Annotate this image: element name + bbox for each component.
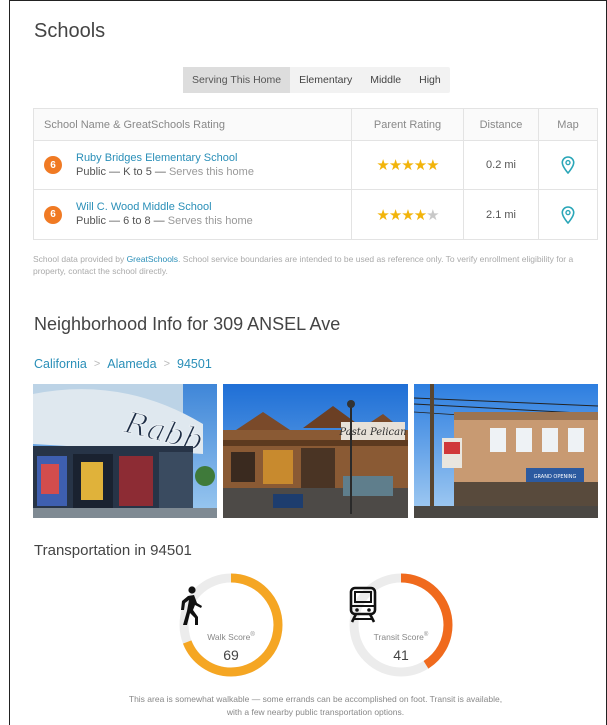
tab-serving-this-home[interactable]: Serving This Home (183, 67, 291, 93)
star-filled-icon: ★ (413, 206, 427, 224)
svg-text:Pasta Pelican: Pasta Pelican (338, 427, 406, 438)
tab-high[interactable]: High (410, 67, 450, 93)
star-filled-icon: ★ (413, 157, 427, 174)
neighborhood-photo-storefront[interactable]: Rabb (33, 384, 217, 518)
summary-line-2: with a few nearby public transportation … (226, 707, 405, 717)
star-filled-icon: ★ (401, 157, 414, 174)
page-frame: Schools Serving This Home Elementary Mid… (9, 0, 607, 725)
breadcrumb-separator-icon: > (163, 358, 171, 370)
serves-home-label: Serves this home (168, 165, 254, 178)
distance-value: 2.1 mi (486, 208, 516, 221)
distance-cell: 2.1 mi (464, 190, 539, 239)
parent-rating-cell: ★★★★★ (352, 190, 464, 239)
header-parent-rating: Parent Rating (352, 109, 464, 140)
transit-score-gauge: Transit Score® 41 (348, 572, 454, 678)
schools-heading: Schools (34, 20, 106, 42)
walk-score-label: Walk Score® (178, 632, 284, 642)
walk-score-value: 69 (223, 647, 239, 663)
school-cell: 6 Ruby Bridges Elementary School Public … (34, 141, 352, 189)
school-data-disclaimer: School data provided by GreatSchools. Sc… (33, 253, 598, 277)
breadcrumb-separator-icon: > (93, 358, 101, 370)
tab-middle[interactable]: Middle (361, 67, 410, 93)
transportation-heading: Transportation in 94501 (34, 542, 192, 559)
walk-score-reg-mark: ® (250, 632, 255, 639)
breadcrumb: California > Alameda > 94501 (34, 357, 212, 371)
school-meta: Public — 6 to 8 — Serves this home (76, 215, 253, 227)
school-name-link[interactable]: Will C. Wood Middle School (76, 200, 253, 214)
neighborhood-photo-restaurant[interactable]: Pasta Pelican (223, 384, 408, 518)
transit-score-label-text: Transit Score (373, 632, 424, 642)
star-filled-icon: ★ (401, 206, 414, 224)
distance-cell: 0.2 mi (464, 141, 539, 189)
serves-home-label: Serves this home (167, 215, 253, 227)
neighborhood-heading: Neighborhood Info for 309 ANSEL Ave (34, 314, 341, 334)
breadcrumb-zip[interactable]: 94501 (177, 357, 212, 371)
map-pin-icon[interactable] (561, 156, 575, 174)
transit-score-reg-mark: ® (423, 632, 429, 639)
table-row: 6 Ruby Bridges Elementary School Public … (34, 141, 597, 190)
breadcrumb-state[interactable]: California (34, 357, 87, 371)
star-filled-icon: ★ (376, 206, 389, 224)
transit-score-label: Transit Score® (348, 632, 454, 642)
svg-text:GRAND OPENING: GRAND OPENING (534, 474, 577, 480)
table-row: 6 Will C. Wood Middle School Public — 6 … (34, 190, 597, 239)
school-cell: 6 Will C. Wood Middle School Public — 6 … (34, 190, 352, 239)
school-type: Public (76, 165, 106, 178)
breadcrumb-city[interactable]: Alameda (107, 357, 156, 371)
school-grades: 6 to 8 (123, 215, 151, 227)
parent-rating-stars: ★★★★★ (376, 206, 439, 224)
header-distance: Distance (464, 109, 539, 140)
greatschools-rating-badge: 6 (44, 156, 62, 174)
transportation-summary: This area is somewhat walkable — some er… (33, 693, 598, 719)
schools-table: School Name & GreatSchools Rating Parent… (33, 108, 598, 240)
parent-rating-cell: ★★★★★ (352, 141, 464, 189)
school-tabs: Serving This Home Elementary Middle High (183, 67, 450, 93)
map-cell (539, 190, 597, 239)
map-pin-icon[interactable] (561, 205, 575, 224)
star-filled-icon: ★ (426, 157, 439, 174)
note-prefix: School data provided by (33, 254, 127, 264)
transit-score-value: 41 (393, 647, 409, 663)
parent-rating-stars: ★★★★★ (376, 156, 439, 174)
star-filled-icon: ★ (388, 206, 402, 224)
school-type: Public (76, 215, 106, 227)
neighborhood-photo-street[interactable]: GRAND OPENING (414, 384, 598, 518)
table-header: School Name & GreatSchools Rating Parent… (34, 109, 597, 141)
tab-elementary[interactable]: Elementary (290, 67, 361, 93)
star-filled-icon: ★ (376, 157, 389, 174)
school-grades: K to 5 (123, 165, 152, 178)
star-filled-icon: ★ (388, 157, 402, 174)
walk-score-gauge: Walk Score® 69 (178, 572, 284, 678)
school-name-link[interactable]: Ruby Bridges Elementary School (76, 151, 254, 165)
greatschools-rating-badge: 6 (44, 205, 62, 224)
map-cell (539, 141, 597, 189)
neighborhood-photos: Rabb Pasta Pelican GRAND OPENING (33, 384, 598, 518)
greatschools-link[interactable]: GreatSchools (127, 254, 179, 264)
distance-value: 0.2 mi (486, 159, 516, 171)
walk-score-label-text: Walk Score (207, 632, 251, 642)
header-map: Map (557, 119, 579, 131)
header-school-name: School Name & GreatSchools Rating (34, 109, 352, 140)
school-meta: Public — K to 5 — Serves this home (76, 165, 254, 178)
star-empty-icon: ★ (426, 206, 439, 224)
summary-line-1: This area is somewhat walkable — some er… (128, 694, 503, 704)
